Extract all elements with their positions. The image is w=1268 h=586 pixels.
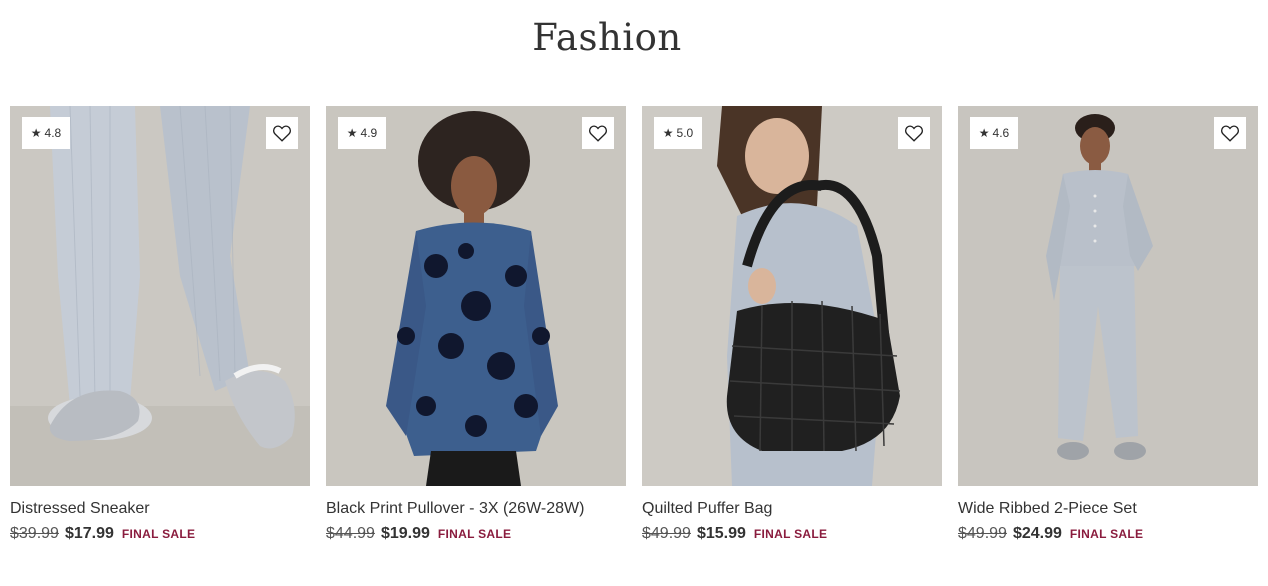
product-name[interactable]: Wide Ribbed 2-Piece Set [958, 500, 1137, 518]
product-card[interactable]: ★ 4.9 Black Print Pullover - 3X (26W-28W… [326, 106, 626, 556]
favorite-button[interactable] [1214, 117, 1246, 149]
sale-price: $15.99 [696, 525, 746, 542]
final-sale-tag: FINAL SALE [753, 527, 828, 541]
rating-badge: ★ 4.8 [22, 117, 70, 149]
page-title: Fashion [532, 16, 682, 59]
product-card[interactable]: ★ 5.0 Quilted Puffer Bag $49.99 $15.99 F… [642, 106, 942, 556]
sale-price: $19.99 [380, 525, 430, 542]
product-grid: ★ 4.8 Distressed Sneaker $39.99 $17.99 F… [10, 106, 1258, 566]
product-card[interactable]: ★ 4.8 Distressed Sneaker $39.99 $17.99 F… [10, 106, 310, 556]
product-image[interactable] [10, 106, 310, 486]
original-price: $49.99 [642, 525, 691, 542]
rating-value: 5.0 [676, 126, 694, 140]
price-row: $49.99 $15.99 FINAL SALE [642, 525, 827, 543]
star-icon: ★ [346, 126, 358, 140]
favorite-button[interactable] [898, 117, 930, 149]
star-icon: ★ [662, 126, 674, 140]
heart-outline-icon [588, 125, 608, 142]
sale-price: $24.99 [1012, 525, 1062, 542]
rating-value: 4.9 [360, 126, 378, 140]
favorite-button[interactable] [582, 117, 614, 149]
final-sale-tag: FINAL SALE [1069, 527, 1144, 541]
favorite-button[interactable] [266, 117, 298, 149]
heart-outline-icon [904, 125, 924, 142]
rating-value: 4.8 [44, 126, 62, 140]
price-row: $49.99 $24.99 FINAL SALE [958, 525, 1143, 543]
original-price: $44.99 [326, 525, 375, 542]
original-price: $39.99 [10, 525, 59, 542]
rating-badge: ★ 4.6 [970, 117, 1018, 149]
price-row: $44.99 $19.99 FINAL SALE [326, 525, 511, 543]
product-name[interactable]: Black Print Pullover - 3X (26W-28W) [326, 500, 584, 518]
product-name[interactable]: Distressed Sneaker [10, 500, 150, 518]
star-icon: ★ [30, 126, 42, 140]
product-image[interactable] [642, 106, 942, 486]
price-row: $39.99 $17.99 FINAL SALE [10, 525, 195, 543]
product-image[interactable] [326, 106, 626, 486]
final-sale-tag: FINAL SALE [121, 527, 196, 541]
rating-badge: ★ 4.9 [338, 117, 386, 149]
heart-outline-icon [272, 125, 292, 142]
sale-price: $17.99 [64, 525, 114, 542]
final-sale-tag: FINAL SALE [437, 527, 512, 541]
rating-value: 4.6 [992, 126, 1010, 140]
rating-badge: ★ 5.0 [654, 117, 702, 149]
product-card[interactable]: ★ 4.6 Wide Ribbed 2-Piece Set $49.99 $24… [958, 106, 1258, 556]
original-price: $49.99 [958, 525, 1007, 542]
heart-outline-icon [1220, 125, 1240, 142]
star-icon: ★ [978, 126, 990, 140]
product-name[interactable]: Quilted Puffer Bag [642, 500, 772, 518]
product-image[interactable] [958, 106, 1258, 486]
